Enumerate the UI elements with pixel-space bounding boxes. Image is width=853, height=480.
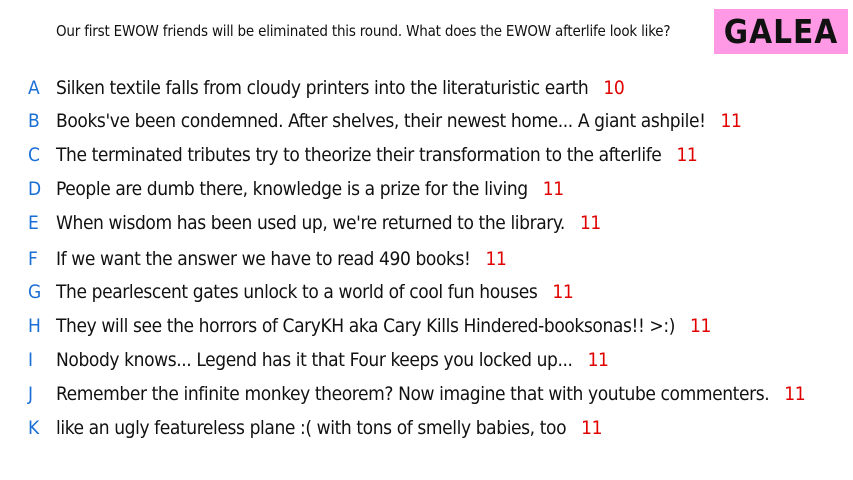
response-letter: A: [28, 77, 40, 99]
word-count: 11: [552, 281, 574, 303]
response-letter: K: [28, 417, 40, 439]
contestant-name-badge: GALEA: [714, 9, 848, 54]
word-count: 11: [720, 110, 742, 132]
response-text: People are dumb there, knowledge is a pr…: [56, 178, 528, 200]
prompt-question: Our first EWOW friends will be eliminate…: [56, 22, 671, 40]
word-count: 11: [689, 315, 711, 337]
response-letter: H: [28, 315, 41, 337]
response-letter: E: [28, 212, 39, 234]
response-text: The terminated tributes try to theorize …: [56, 144, 662, 166]
word-count: 10: [603, 77, 625, 99]
word-count: 11: [581, 417, 603, 439]
word-count: 11: [676, 144, 698, 166]
response-letter: C: [28, 144, 40, 166]
response-text: Silken textile falls from cloudy printer…: [56, 77, 589, 99]
word-count: 11: [587, 349, 609, 371]
response-letter: D: [28, 178, 42, 200]
response-letter: B: [28, 110, 40, 132]
response-text: like an ugly featureless plane :( with t…: [56, 417, 567, 439]
response-text: When wisdom has been used up, we're retu…: [56, 212, 565, 234]
response-letter: J: [28, 383, 34, 405]
word-count: 11: [485, 248, 507, 270]
response-text: Books've been condemned. After shelves, …: [56, 110, 706, 132]
response-text: If we want the answer we have to read 49…: [56, 248, 471, 270]
response-text: Remember the infinite monkey theorem? No…: [56, 383, 770, 405]
response-text: Nobody knows... Legend has it that Four …: [56, 349, 573, 371]
word-count: 11: [784, 383, 806, 405]
response-letter: F: [28, 248, 38, 270]
response-letter: G: [28, 281, 42, 303]
contestant-name: GALEA: [723, 12, 839, 51]
response-text: They will see the horrors of CaryKH aka …: [56, 315, 675, 337]
response-letter: I: [28, 349, 34, 371]
response-text: The pearlescent gates unlock to a world …: [56, 281, 538, 303]
word-count: 11: [579, 212, 601, 234]
word-count: 11: [542, 178, 564, 200]
